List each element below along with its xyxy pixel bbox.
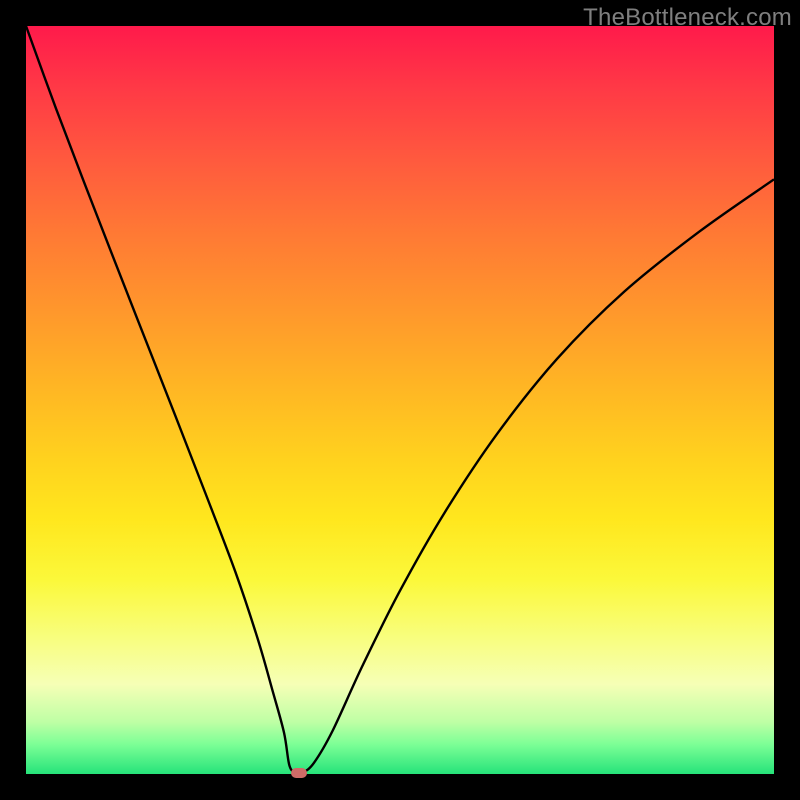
watermark-text: TheBottleneck.com [583, 4, 792, 32]
chart-frame: TheBottleneck.com [0, 0, 800, 800]
plot-area [26, 26, 774, 774]
optimal-point-marker [291, 768, 307, 778]
bottleneck-curve [26, 26, 774, 774]
